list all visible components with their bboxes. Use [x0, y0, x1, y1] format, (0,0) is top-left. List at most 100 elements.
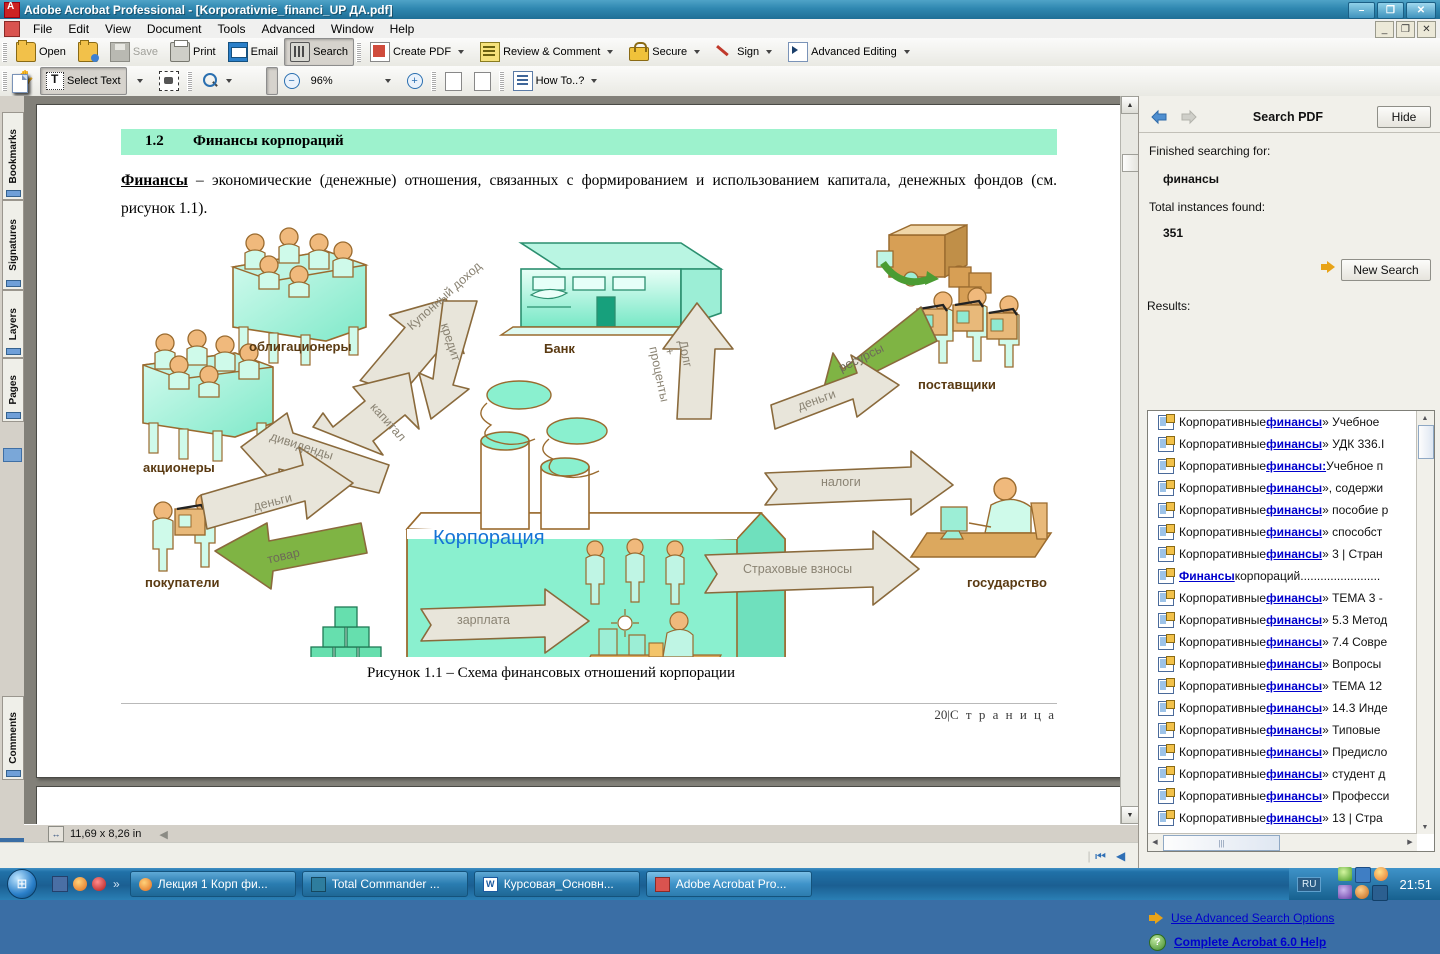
- sidebar-tab-pages[interactable]: Pages: [2, 358, 24, 422]
- save-button[interactable]: Save: [104, 38, 164, 66]
- fit-width-button[interactable]: [12, 67, 266, 95]
- document-view[interactable]: 1.2 Финансы корпораций Финансы – экономи…: [24, 96, 1120, 824]
- toolbar-grip-3[interactable]: [2, 71, 7, 91]
- search-results-list[interactable]: Корпоративные финансы» Учебное Корпорати…: [1147, 410, 1435, 852]
- list-item[interactable]: Корпоративные финансы» УДК 336.I: [1148, 433, 1416, 455]
- acrobat-help-link[interactable]: Complete Acrobat 6.0 Help: [1174, 935, 1326, 949]
- toolbar-grip[interactable]: [2, 42, 7, 62]
- email-button[interactable]: Email: [222, 38, 285, 66]
- list-item[interactable]: Корпоративные финансы», содержи: [1148, 477, 1416, 499]
- sidebar-tab-layers[interactable]: Layers: [2, 290, 24, 358]
- advanced-options-link-row[interactable]: Use Advanced Search Options: [1149, 906, 1439, 930]
- firefox-quick-icon[interactable]: [73, 877, 87, 891]
- taskbar-item-total-commander[interactable]: Total Commander ...: [301, 871, 468, 897]
- horizontal-scroll-left-icon[interactable]: ◀: [159, 828, 167, 841]
- list-item[interactable]: Корпоративные финансы» способст: [1148, 521, 1416, 543]
- chevron-down-icon[interactable]: [458, 50, 465, 54]
- snapshot-button[interactable]: [153, 67, 185, 95]
- resize-handle-icon[interactable]: ↔: [48, 826, 64, 842]
- save-quick-icon[interactable]: [52, 876, 68, 892]
- help-link-row[interactable]: ? Complete Acrobat 6.0 Help: [1149, 930, 1439, 954]
- tray-volume-icon[interactable]: [1372, 885, 1389, 901]
- toolbar-grip-5[interactable]: [430, 71, 436, 91]
- how-to-button[interactable]: How To..?: [507, 67, 608, 95]
- chevron-down-icon[interactable]: [136, 79, 143, 83]
- list-item[interactable]: Корпоративные финансы» Вопросы: [1148, 653, 1416, 675]
- list-item[interactable]: Корпоративные финансы» Предисло: [1148, 741, 1416, 763]
- chevron-down-icon[interactable]: [225, 79, 232, 83]
- open-button[interactable]: Open: [10, 38, 72, 66]
- toolbar-grip-4[interactable]: [186, 71, 192, 91]
- previous-page-button[interactable]: ◀: [1111, 847, 1131, 865]
- list-item[interactable]: Корпоративные финансы» 14.3 Инде: [1148, 697, 1416, 719]
- chevron-down-icon[interactable]: [766, 50, 773, 54]
- hide-search-button[interactable]: Hide: [1377, 106, 1431, 128]
- mdi-close-button[interactable]: ✕: [1417, 21, 1436, 38]
- close-button[interactable]: ✕: [1406, 2, 1436, 19]
- tray-shield-icon[interactable]: [1338, 867, 1353, 881]
- new-search-button[interactable]: New Search: [1341, 259, 1431, 281]
- chevron-down-icon[interactable]: [591, 79, 598, 83]
- sign-button[interactable]: Sign: [710, 38, 782, 66]
- list-item[interactable]: Корпоративные финансы» 3 | Стран: [1148, 543, 1416, 565]
- chevron-down-icon[interactable]: [694, 50, 701, 54]
- secure-button[interactable]: Secure: [623, 38, 710, 66]
- open-web-button[interactable]: [72, 38, 104, 66]
- menu-item-help[interactable]: Help: [382, 20, 423, 38]
- search-forward-arrow-icon[interactable]: [1179, 109, 1199, 125]
- taskbar-item-acrobat[interactable]: Adobe Acrobat Pro...: [645, 871, 812, 897]
- list-item[interactable]: Корпоративные финансы: Учебное п: [1148, 455, 1416, 477]
- mdi-minimize-button[interactable]: _: [1375, 21, 1394, 38]
- pane-splitter-handle[interactable]: [3, 448, 22, 462]
- language-indicator[interactable]: RU: [1297, 876, 1322, 892]
- results-scrollbar-horizontal[interactable]: ◀ ||| ▶: [1148, 833, 1417, 851]
- chevron-down-icon[interactable]: [384, 79, 391, 83]
- menu-item-view[interactable]: View: [97, 20, 139, 38]
- minimize-button[interactable]: –: [1348, 2, 1375, 19]
- results-scroll-up-button[interactable]: ▲: [1418, 412, 1432, 424]
- sidebar-tab-signatures[interactable]: Signatures: [2, 200, 24, 290]
- search-back-arrow-icon[interactable]: [1149, 109, 1169, 125]
- list-item[interactable]: Корпоративные финансы» Типовые: [1148, 719, 1416, 741]
- first-page-button[interactable]: ⏮: [1091, 847, 1111, 865]
- create-pdf-button[interactable]: Create PDF: [364, 38, 474, 66]
- list-item[interactable]: Корпоративные финансы» 7.4 Совре: [1148, 631, 1416, 653]
- fit-page-button[interactable]: [12, 67, 278, 95]
- chevron-down-icon[interactable]: [607, 50, 614, 54]
- restore-button[interactable]: ❐: [1377, 2, 1404, 19]
- tray-network-icon[interactable]: [1355, 885, 1370, 899]
- rotate-counterclockwise-button[interactable]: [468, 67, 497, 95]
- menu-item-tools[interactable]: Tools: [210, 20, 254, 38]
- zoom-tool-button[interactable]: [195, 67, 242, 95]
- chevron-down-icon[interactable]: [903, 50, 910, 54]
- results-hscroll-thumb[interactable]: |||: [1163, 835, 1280, 851]
- toolbar-grip-6[interactable]: [498, 71, 504, 91]
- tray-media-icon[interactable]: [1338, 885, 1353, 899]
- select-text-button[interactable]: Select Text: [40, 67, 127, 95]
- results-scroll-down-button[interactable]: ▼: [1418, 821, 1432, 833]
- menu-item-file[interactable]: File: [25, 20, 60, 38]
- search-button[interactable]: Search: [284, 38, 354, 66]
- taskbar-item-coursework[interactable]: W Курсовая_Основн...: [473, 871, 640, 897]
- list-item[interactable]: Финансы корпораций......................…: [1148, 565, 1416, 587]
- menu-item-advanced[interactable]: Advanced: [254, 20, 323, 38]
- list-item[interactable]: Корпоративные финансы» ТЕМА 3 -: [1148, 587, 1416, 609]
- zoom-in-button[interactable]: +: [401, 67, 429, 95]
- results-scroll-right-button[interactable]: ▶: [1404, 835, 1416, 849]
- sidebar-tab-comments[interactable]: Comments: [2, 696, 24, 780]
- scroll-down-button[interactable]: ▼: [1121, 806, 1139, 824]
- menu-item-edit[interactable]: Edit: [60, 20, 97, 38]
- actual-size-button[interactable]: [12, 67, 254, 95]
- menu-item-window[interactable]: Window: [323, 20, 382, 38]
- taskbar-item-lecture[interactable]: Лекция 1 Корп фи...: [129, 871, 296, 897]
- zoom-out-button[interactable]: −: [278, 67, 306, 95]
- list-item[interactable]: Корпоративные финансы» Учебное: [1148, 411, 1416, 433]
- results-scrollbar-vertical[interactable]: ▲ ▼: [1416, 411, 1434, 834]
- results-scroll-thumb[interactable]: [1418, 425, 1434, 459]
- advanced-editing-button[interactable]: Advanced Editing: [782, 38, 920, 66]
- zoom-level-field[interactable]: 96%: [306, 67, 375, 95]
- chevron-more-icon[interactable]: »: [113, 877, 120, 891]
- list-item[interactable]: Корпоративные финансы» 5.3 Метод: [1148, 609, 1416, 631]
- start-button[interactable]: ⊞: [0, 869, 44, 899]
- menu-item-document[interactable]: Document: [139, 20, 210, 38]
